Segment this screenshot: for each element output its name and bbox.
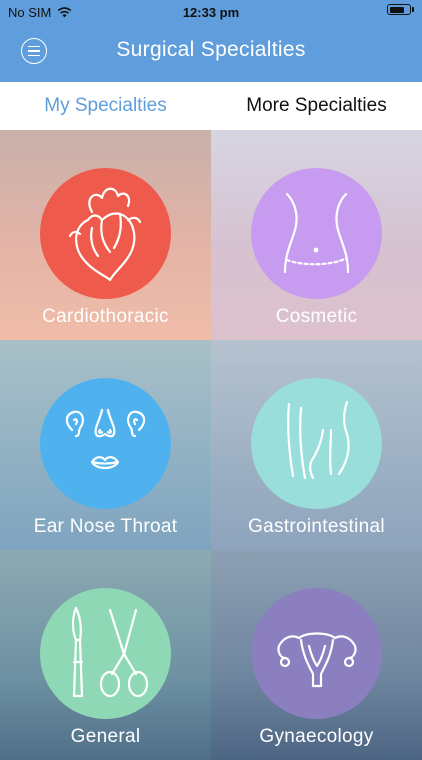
specialty-circle (251, 378, 382, 509)
status-time: 12:33 pm (182, 5, 240, 20)
specialty-label: Cosmetic (275, 306, 358, 327)
specialty-tile-gastrointestinal[interactable]: Gastrointestinal (211, 340, 422, 550)
nav-bar: Surgical Specialties (0, 26, 422, 82)
heart-icon (68, 187, 142, 282)
battery-cap (412, 7, 414, 12)
specialty-tile-ear-nose-throat[interactable]: Ear Nose Throat (0, 340, 211, 550)
battery-icon (387, 4, 411, 15)
uterus-icon (277, 632, 357, 688)
specialty-tile-gynaecology[interactable]: Gynaecology (211, 550, 422, 760)
specialty-label: Cardiothoracic (42, 306, 169, 327)
specialty-tile-general[interactable]: General (0, 550, 211, 760)
tab-bar: My Specialties More Specialties (0, 82, 422, 130)
specialty-label: General (70, 726, 141, 747)
specialty-tile-cardiothoracic[interactable]: Cardiothoracic (0, 130, 211, 340)
specialty-circle (251, 168, 382, 299)
torso-icon (283, 192, 350, 274)
specialty-circle (40, 168, 171, 299)
specialty-circle (251, 588, 382, 719)
intestine-icon (287, 400, 350, 480)
scalpel-scissors-icon (71, 606, 149, 698)
specialty-label: Gastrointestinal (248, 516, 385, 537)
specialty-circle (40, 588, 171, 719)
ear-nose-mouth-icon (65, 408, 146, 470)
battery-fill (389, 6, 404, 13)
tab-my-specialties[interactable]: My Specialties (0, 82, 211, 130)
page-title: Surgical Specialties (116, 38, 306, 61)
battery-indicator (387, 4, 414, 15)
tab-more-specialties[interactable]: More Specialties (211, 82, 422, 130)
specialty-grid: Cardiothoracic Cosmetic Ear Nose Throat … (0, 130, 422, 760)
specialty-tile-cosmetic[interactable]: Cosmetic (211, 130, 422, 340)
specialty-label: Ear Nose Throat (33, 516, 178, 537)
specialty-label: Gynaecology (259, 726, 374, 747)
specialty-circle (40, 378, 171, 509)
status-bar: No SIM 12:33 pm (0, 0, 422, 26)
